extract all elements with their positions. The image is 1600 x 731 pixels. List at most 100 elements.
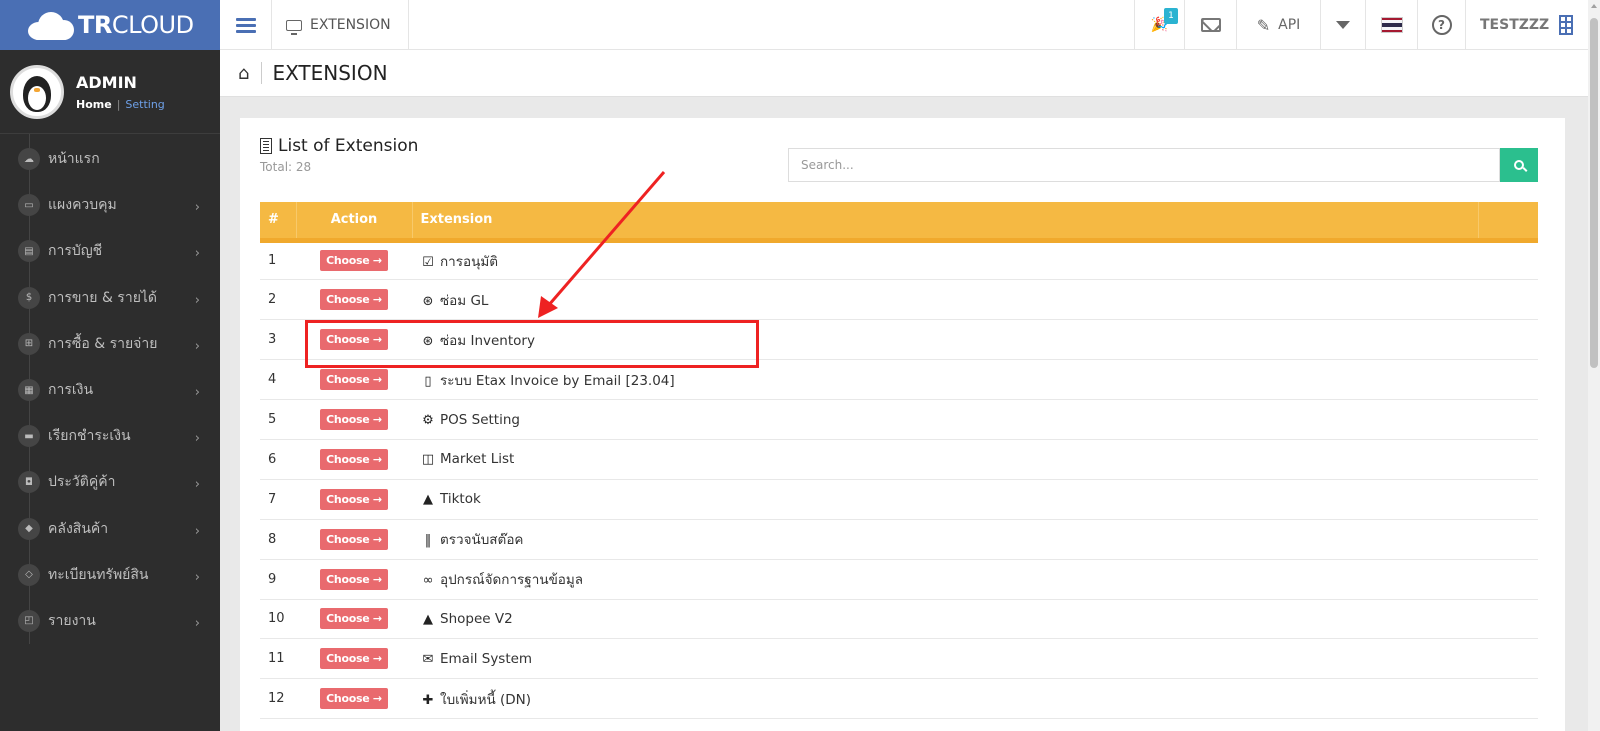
help-button[interactable]: ? (1417, 0, 1465, 50)
sidebar-item-7[interactable]: ▬ เรียกชำระเงิน › (0, 413, 220, 459)
row-blank-cell (1478, 279, 1538, 321)
extension-name: ซ่อม GL (440, 292, 489, 309)
choose-button[interactable]: Choose → (320, 568, 388, 590)
choose-button[interactable]: Choose → (320, 528, 388, 550)
api-label: API (1278, 17, 1301, 33)
plus-icon: ✚ (422, 692, 434, 708)
home-icon[interactable]: ⌂ (238, 63, 249, 84)
choose-button[interactable]: Choose → (320, 608, 388, 630)
row-number: 2 (260, 279, 296, 321)
envelope-icon (1200, 18, 1221, 32)
table-row: 2 Choose → ⊛ ซ่อม GL (260, 279, 1538, 321)
scrollbar[interactable] (1588, 0, 1600, 731)
sidebar-item-10[interactable]: ◇ ทะเบียนทรัพย์สิน › (0, 552, 220, 598)
table-row: 8 Choose → ‖ ตรวจนับสต๊อค (260, 519, 1538, 560)
choose-button[interactable]: Choose → (320, 688, 388, 710)
sidebar-item-label: หน้าแรก (48, 151, 100, 168)
chevron-right-icon: › (194, 431, 200, 447)
page-header: ⌂ EXTENSION (220, 50, 1588, 97)
home-link[interactable]: Home (76, 98, 112, 111)
row-action-cell: Choose → (296, 678, 412, 720)
setting-link[interactable]: Setting (125, 98, 164, 111)
sidebar-item-11[interactable]: ◰ รายงาน › (0, 598, 220, 644)
row-number: 11 (260, 638, 296, 680)
page-title: EXTENSION (272, 61, 388, 85)
user-profile: ADMIN Home | Setting (0, 50, 220, 134)
sidebar-item-label: การขาย & รายได้ (48, 289, 158, 306)
top-section-tab[interactable]: EXTENSION (272, 0, 409, 50)
row-extension-cell: ⚙ POS Setting (412, 399, 1478, 440)
thai-flag-icon (1380, 17, 1403, 33)
sidebar-item-9[interactable]: ◆ คลังสินค้า › (0, 506, 220, 552)
chevron-right-icon: › (194, 477, 200, 493)
chevron-right-icon: › (194, 246, 200, 262)
sidebar-item-2[interactable]: ▭ แผงควบคุม › (0, 182, 220, 228)
sidebar-item-6[interactable]: ▦ การเงิน › (0, 367, 220, 413)
cogs-icon: ⚙ (422, 412, 434, 428)
row-action-cell: Choose → (296, 279, 412, 321)
building-icon (1559, 15, 1574, 35)
cloud-logo-icon (24, 10, 74, 40)
sidebar-item-label: คลังสินค้า (48, 520, 109, 537)
header-blank (1478, 202, 1538, 240)
language-button[interactable] (1365, 0, 1417, 50)
row-action-cell: Choose → (296, 439, 412, 480)
row-action-cell: Choose → (296, 479, 412, 520)
extension-name: POS Setting (440, 411, 520, 428)
extension-panel: List of Extension Total: 28 # Action Ext… (240, 118, 1565, 731)
link-separator: | (116, 97, 121, 111)
caret-down-icon (1336, 21, 1350, 29)
company-button[interactable]: TESTZZZ (1465, 0, 1588, 50)
chevron-right-icon: › (194, 292, 200, 308)
choose-button[interactable]: Choose → (320, 488, 388, 510)
choose-button[interactable]: Choose → (320, 648, 388, 670)
scroll-up-icon[interactable] (1591, 4, 1597, 8)
table-row: 12 Choose → ✚ ใบเพิ่มหนี้ (DN) (260, 678, 1538, 720)
building-list-icon (260, 138, 272, 154)
shopping-bag-icon: ▲ (423, 492, 433, 508)
choose-button[interactable]: Choose → (320, 409, 388, 430)
chevron-right-icon: › (194, 200, 200, 216)
avatar[interactable] (10, 64, 64, 119)
extension-name: ใบเพิ่มหนี้ (DN) (440, 691, 532, 708)
sidebar-item-4[interactable]: $ การขาย & รายได้ › (0, 275, 220, 321)
book-icon: ▤ (18, 240, 40, 263)
report-icon: ◰ (18, 609, 40, 632)
sidebar-item-3[interactable]: ▤ การบัญชี › (0, 228, 220, 274)
brand-logo[interactable]: TRCLOUD (0, 0, 220, 50)
api-button[interactable]: ✎ API (1236, 0, 1320, 50)
sidebar-item-label: การซื้อ & รายจ่าย (48, 335, 158, 352)
choose-button[interactable]: Choose → (320, 289, 388, 311)
monitor-icon (286, 19, 302, 35)
row-number: 7 (260, 479, 296, 520)
extension-name: ตรวจนับสต๊อค (440, 532, 524, 549)
row-extension-cell: ∞ อุปกรณ์จัดการฐานข้อมูล (412, 559, 1478, 600)
row-number: 1 (260, 240, 296, 281)
choose-button[interactable]: Choose → (320, 369, 388, 391)
shopping-bag-icon: ▲ (423, 611, 433, 627)
choose-button[interactable]: Choose → (320, 448, 388, 470)
row-number: 5 (260, 399, 296, 440)
row-action-cell: Choose → (296, 638, 412, 680)
brand-name: TRCLOUD (78, 11, 194, 39)
sidebar-item-5[interactable]: ⊞ การซื้อ & รายจ่าย › (0, 321, 220, 367)
mail-button[interactable] (1184, 0, 1236, 50)
extension-name: Tiktok (440, 491, 481, 508)
table-row: 11 Choose → ✉ Email System (260, 638, 1538, 680)
sidebar-item-8[interactable]: ◘ ประวัติคู่ค้า › (0, 459, 220, 505)
sidebar-item-1[interactable]: ☁ หน้าแรก (0, 136, 220, 182)
user-name: ADMIN (76, 72, 137, 92)
header-action: Action (296, 202, 413, 240)
sidebar-item-label: การเงิน (48, 382, 94, 399)
search-button[interactable] (1500, 148, 1538, 182)
hamburger-menu-button[interactable] (220, 0, 272, 50)
choose-button[interactable]: Choose → (320, 250, 388, 272)
dropdown-button[interactable] (1320, 0, 1365, 50)
search-input[interactable] (788, 148, 1500, 182)
chevron-right-icon: › (194, 523, 200, 539)
row-number: 12 (260, 678, 296, 720)
row-extension-cell: ✚ ใบเพิ่มหนี้ (DN) (412, 678, 1478, 720)
scrollbar-thumb[interactable] (1590, 18, 1598, 368)
sidebar-menu: ☁ หน้าแรก ▭ แผงควบคุม › ▤ การบัญชี › $ การขาย & ร… (0, 134, 220, 645)
header-divider (261, 62, 263, 84)
